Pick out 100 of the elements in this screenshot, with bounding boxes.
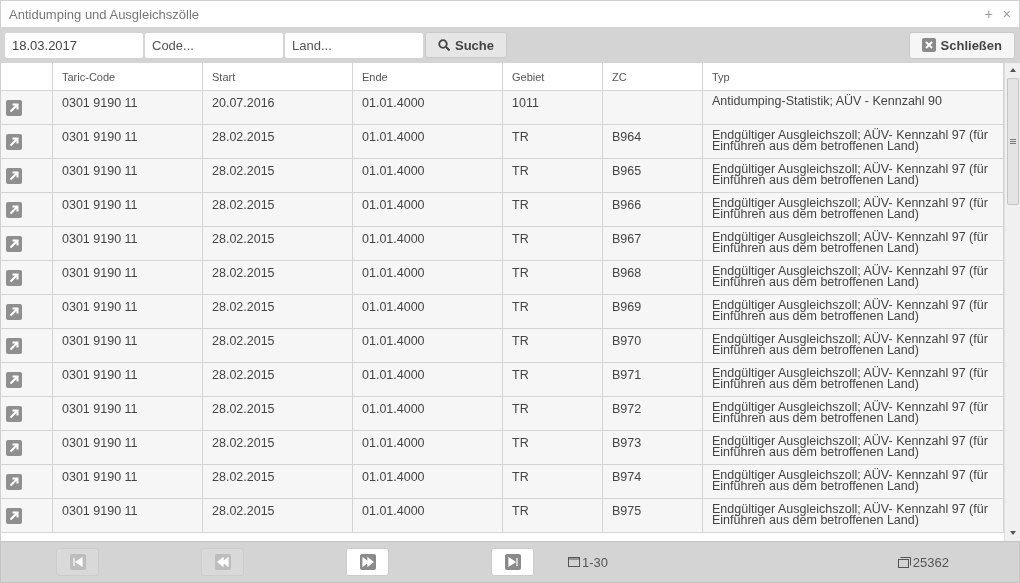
open-link-icon[interactable]: [6, 269, 22, 286]
table-cell: 01.01.4000: [353, 261, 503, 294]
next-page-button[interactable]: [346, 548, 389, 576]
table-cell: TR: [503, 125, 603, 158]
table-cell: 0301 9190 11: [53, 159, 203, 192]
table-cell: 0301 9190 11: [53, 261, 203, 294]
search-icon: [438, 39, 450, 51]
column-header[interactable]: Start: [203, 63, 353, 90]
table-cell: 28.02.2015: [203, 193, 353, 226]
column-header[interactable]: Gebiet: [503, 63, 603, 90]
table-cell: 28.02.2015: [203, 397, 353, 430]
table-cell: 28.02.2015: [203, 329, 353, 362]
table-cell: 0301 9190 11: [53, 329, 203, 362]
table-cell: B972: [603, 397, 703, 430]
table-cell: 0301 9190 11: [53, 227, 203, 260]
table-cell: 01.01.4000: [353, 91, 503, 124]
table-cell: 0301 9190 11: [53, 363, 203, 396]
table-cell: TR: [503, 397, 603, 430]
open-link-icon[interactable]: [6, 201, 22, 218]
last-page-icon: [504, 554, 521, 570]
open-link-icon[interactable]: [6, 439, 22, 456]
table-cell: 01.01.4000: [353, 159, 503, 192]
table-cell: TR: [503, 465, 603, 498]
table-cell: 01.01.4000: [353, 125, 503, 158]
open-link-icon[interactable]: [6, 337, 22, 354]
next-page-icon: [359, 554, 376, 570]
open-link-icon[interactable]: [6, 235, 22, 252]
table-cell: 28.02.2015: [203, 261, 353, 294]
column-header[interactable]: Taric-Code: [53, 63, 203, 90]
table-cell: 0301 9190 11: [53, 295, 203, 328]
code-field[interactable]: Code...: [145, 32, 283, 58]
table-cell: 28.02.2015: [203, 431, 353, 464]
table-cell: 0301 9190 11: [53, 125, 203, 158]
search-button[interactable]: Suche: [425, 32, 507, 58]
table-cell: 28.02.2015: [203, 295, 353, 328]
table-cell: 28.02.2015: [203, 363, 353, 396]
total-count: 25362: [912, 554, 949, 570]
window-icon: [568, 557, 580, 567]
scrollbar-thumb[interactable]: [1006, 78, 1019, 205]
table-cell: 28.02.2015: [203, 125, 353, 158]
table-cell: TR: [503, 295, 603, 328]
table-cell: B970: [603, 329, 703, 362]
grip-icon: [1009, 139, 1016, 144]
close-icon: [921, 38, 936, 52]
table-cell: B969: [603, 295, 703, 328]
windows-icon: [897, 556, 911, 568]
table-cell: TR: [503, 363, 603, 396]
open-link-icon[interactable]: [6, 303, 22, 320]
table-cell: 28.02.2015: [203, 227, 353, 260]
previous-page-icon: [214, 554, 231, 570]
table-cell: TR: [503, 261, 603, 294]
table-cell: TR: [503, 193, 603, 226]
table-cell: 01.01.4000: [353, 193, 503, 226]
table-cell: 0301 9190 11: [53, 431, 203, 464]
open-link-icon[interactable]: [6, 167, 22, 184]
table-cell: 0301 9190 11: [53, 397, 203, 430]
table-cell: 20.07.2016: [203, 91, 353, 124]
table-cell: TR: [503, 431, 603, 464]
open-link-icon[interactable]: [6, 99, 22, 116]
table-cell: 28.02.2015: [203, 499, 353, 532]
last-page-button[interactable]: [491, 548, 534, 576]
table-cell: B965: [603, 159, 703, 192]
scrollbar[interactable]: [1004, 63, 1020, 541]
table-cell: 01.01.4000: [353, 227, 503, 260]
column-header[interactable]: Ende: [353, 63, 503, 90]
table-cell: B967: [603, 227, 703, 260]
table-cell: 0301 9190 11: [53, 499, 203, 532]
table-cell: 0301 9190 11: [53, 465, 203, 498]
close-button[interactable]: Schließen: [908, 31, 1015, 59]
open-link-icon[interactable]: [6, 473, 22, 490]
table-cell: 01.01.4000: [353, 363, 503, 396]
table-cell: TR: [503, 227, 603, 260]
table-cell: B974: [603, 465, 703, 498]
table-cell: 01.01.4000: [353, 431, 503, 464]
open-link-icon[interactable]: [6, 371, 22, 388]
table-cell: TR: [503, 499, 603, 532]
page-range: 1-30: [582, 554, 609, 570]
table-cell: TR: [503, 329, 603, 362]
table-cell: B971: [603, 363, 703, 396]
date-field[interactable]: 18.03.2017: [5, 32, 143, 58]
table-cell: 01.01.4000: [353, 295, 503, 328]
open-link-icon[interactable]: [6, 507, 22, 524]
table-cell: 1011: [503, 91, 603, 124]
table-cell: B964: [603, 125, 703, 158]
open-link-icon[interactable]: [6, 133, 22, 150]
table-cell: 0301 9190 11: [53, 91, 203, 124]
table-cell: 28.02.2015: [203, 159, 353, 192]
column-header[interactable]: ZC: [603, 63, 703, 90]
table-cell: B966: [603, 193, 703, 226]
first-page-icon: [69, 554, 86, 570]
table-cell: B968: [603, 261, 703, 294]
open-link-icon[interactable]: [6, 405, 22, 422]
table-cell: 01.01.4000: [353, 465, 503, 498]
table-cell: TR: [503, 159, 603, 192]
table-cell: 0301 9190 11: [53, 193, 203, 226]
window-title: Antidumping und Ausgleichszölle: [9, 6, 201, 22]
table-cell: B973: [603, 431, 703, 464]
table-cell: B975: [603, 499, 703, 532]
country-field[interactable]: Land...: [285, 32, 423, 58]
table-cell: 01.01.4000: [353, 329, 503, 362]
